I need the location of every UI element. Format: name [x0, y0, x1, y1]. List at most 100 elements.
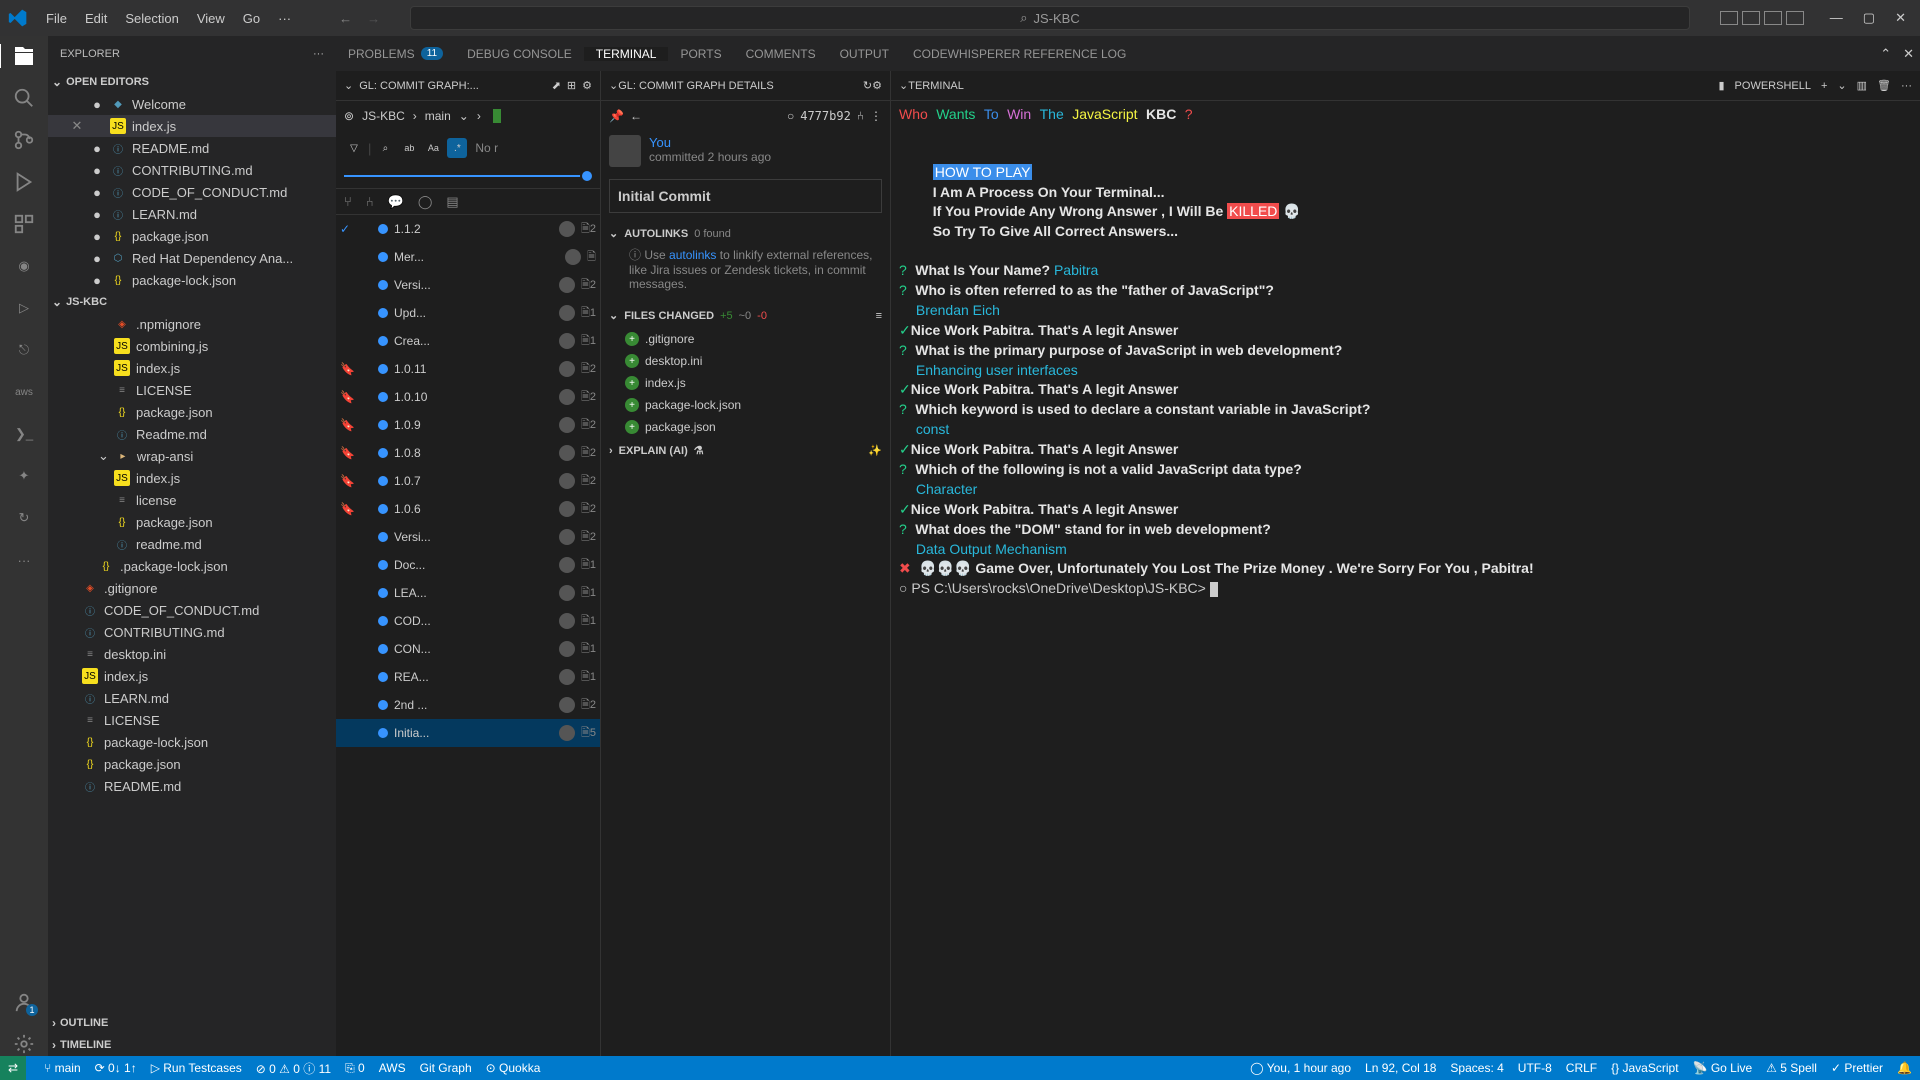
- blame-status[interactable]: ◯ You, 1 hour ago: [1250, 1061, 1351, 1075]
- panel-tab[interactable]: PORTS: [668, 47, 733, 61]
- commit-row[interactable]: 🔖1.0.6🗎2: [336, 495, 600, 523]
- nav-back-icon[interactable]: ←: [339, 11, 352, 26]
- section-project[interactable]: ⌄ JS-KBC: [48, 291, 336, 313]
- eol[interactable]: CRLF: [1566, 1061, 1597, 1075]
- commit-row[interactable]: Crea...🗎1: [336, 327, 600, 355]
- open-editor-item[interactable]: ●ⓘLEARN.md: [48, 203, 336, 225]
- commit-row[interactable]: Initia...🗎5: [336, 719, 600, 747]
- commit-row[interactable]: 🔖1.0.8🗎2: [336, 439, 600, 467]
- pin-icon[interactable]: 📌: [609, 109, 624, 123]
- tree-item[interactable]: {}.package-lock.json: [48, 555, 336, 577]
- section-open-editors[interactable]: ⌄ OPEN EDITORS: [48, 71, 336, 93]
- changed-file[interactable]: +index.js: [609, 372, 882, 394]
- tree-item[interactable]: ◈.npmignore: [48, 313, 336, 335]
- notifications-icon[interactable]: 🔔: [1897, 1061, 1912, 1075]
- filter-icon[interactable]: ▽: [344, 138, 364, 158]
- split-terminal-icon[interactable]: ▥: [1857, 79, 1867, 92]
- gitgraph-status[interactable]: Git Graph: [420, 1061, 472, 1075]
- remote-button[interactable]: ⇄: [0, 1056, 26, 1080]
- open-editor-item[interactable]: ●ⓘCONTRIBUTING.md: [48, 159, 336, 181]
- activity-extensions-icon[interactable]: [12, 212, 36, 236]
- activity-test-icon[interactable]: ▷: [12, 296, 36, 320]
- changed-file[interactable]: +package.json: [609, 416, 882, 438]
- commit-row[interactable]: 2nd ...🗎2: [336, 691, 600, 719]
- menu-go[interactable]: Go: [235, 7, 268, 30]
- tree-item[interactable]: {}package.json: [48, 401, 336, 423]
- list-view-icon[interactable]: ≡: [876, 310, 882, 322]
- gear-icon[interactable]: ⚙: [872, 79, 882, 92]
- tree-item[interactable]: ⓘreadme.md: [48, 533, 336, 555]
- tree-item[interactable]: ⓘReadme.md: [48, 423, 336, 445]
- tree-item[interactable]: JSindex.js: [48, 357, 336, 379]
- open-editor-item[interactable]: ✕JSindex.js: [48, 115, 336, 137]
- author-icon[interactable]: ◯: [418, 194, 433, 210]
- tree-item[interactable]: JScombining.js: [48, 335, 336, 357]
- back-icon[interactable]: ←: [630, 109, 642, 123]
- tree-item[interactable]: ◈.gitignore: [48, 577, 336, 599]
- new-terminal-icon[interactable]: +: [1821, 80, 1827, 92]
- scm-branch[interactable]: ⑂ main: [44, 1061, 81, 1075]
- menu-more[interactable]: ···: [270, 7, 299, 30]
- changed-file[interactable]: +package-lock.json: [609, 394, 882, 416]
- more-icon[interactable]: ⋮: [870, 109, 882, 123]
- panel-maximize-icon[interactable]: ⌃: [1874, 42, 1897, 66]
- tree-item[interactable]: ⓘREADME.md: [48, 775, 336, 797]
- layout-sidebar-left-icon[interactable]: [1720, 11, 1738, 25]
- run-testcases[interactable]: ▷ Run Testcases: [151, 1061, 242, 1075]
- terminal-output[interactable]: Who Wants To Win The JavaScript KBC ? HO…: [891, 101, 1920, 1056]
- sparkle-icon[interactable]: ✨: [868, 444, 882, 457]
- menu-file[interactable]: File: [38, 7, 75, 30]
- commit-row[interactable]: 🔖1.0.10🗎2: [336, 383, 600, 411]
- activity-run-icon[interactable]: [12, 170, 36, 194]
- explain-section[interactable]: › EXPLAIN (AI) ⚗ ✨: [601, 438, 890, 463]
- commit-row[interactable]: Versi...🗎2: [336, 271, 600, 299]
- files-changed-section[interactable]: ⌄ FILES CHANGED +5 ~0 -0 ≡: [601, 303, 890, 328]
- match-whole-icon[interactable]: Aa: [423, 138, 443, 158]
- commit-row[interactable]: Upd...🗎1: [336, 299, 600, 327]
- tree-item[interactable]: ≡LICENSE: [48, 379, 336, 401]
- activity-explorer-icon[interactable]: [0, 44, 47, 68]
- activity-aws-icon[interactable]: aws: [12, 380, 36, 404]
- panel-tab[interactable]: DEBUG CONSOLE: [455, 47, 584, 61]
- indentation[interactable]: Spaces: 4: [1450, 1061, 1503, 1075]
- autolinks-link[interactable]: autolinks: [669, 248, 716, 262]
- panel-tab[interactable]: PROBLEMS11: [336, 47, 455, 61]
- gear-icon[interactable]: ⚙: [582, 79, 592, 92]
- commit-row[interactable]: ✓1.1.2🗎2: [336, 215, 600, 243]
- language-mode[interactable]: {} JavaScript: [1611, 1061, 1678, 1075]
- kill-terminal-icon[interactable]: 🗑: [1877, 79, 1891, 92]
- activity-sync-icon[interactable]: ↻: [12, 506, 36, 530]
- graph-layout-icon[interactable]: ⊞: [567, 79, 576, 92]
- panel-close-icon[interactable]: ✕: [1897, 42, 1920, 66]
- commit-hash[interactable]: 4777b92: [800, 109, 851, 123]
- command-center[interactable]: ⌕ JS-KBC: [410, 6, 1690, 30]
- activity-chat-icon[interactable]: ✦: [12, 464, 36, 488]
- tree-item[interactable]: JSindex.js: [48, 665, 336, 687]
- menu-edit[interactable]: Edit: [77, 7, 115, 30]
- activity-more-icon[interactable]: ···: [12, 548, 36, 572]
- commit-row[interactable]: Versi...🗎2: [336, 523, 600, 551]
- activity-search-icon[interactable]: [12, 86, 36, 110]
- repo-name[interactable]: JS-KBC: [362, 109, 405, 123]
- activity-remote-icon[interactable]: ⎋: [12, 338, 36, 362]
- open-editor-item[interactable]: ●◆Welcome: [48, 93, 336, 115]
- open-editor-item[interactable]: ●{}package-lock.json: [48, 269, 336, 291]
- tree-item[interactable]: ⌄ ▸wrap-ansi: [48, 445, 336, 467]
- commit-row[interactable]: REA...🗎1: [336, 663, 600, 691]
- sidebar-more-icon[interactable]: ···: [313, 48, 324, 60]
- tree-item[interactable]: ⓘCODE_OF_CONDUCT.md: [48, 599, 336, 621]
- commit-row[interactable]: Doc...🗎1: [336, 551, 600, 579]
- activity-settings-icon[interactable]: [12, 1032, 36, 1056]
- open-editor-item[interactable]: ●ⓘREADME.md: [48, 137, 336, 159]
- aws-status[interactable]: AWS: [379, 1061, 406, 1075]
- changed-file[interactable]: +.gitignore: [609, 328, 882, 350]
- activity-account-icon[interactable]: 1: [12, 990, 36, 1014]
- commit-row[interactable]: Mer...🗎: [336, 243, 600, 271]
- tree-item[interactable]: {}package.json: [48, 511, 336, 533]
- shell-name[interactable]: powershell: [1735, 80, 1811, 92]
- activity-gitlens-icon[interactable]: ◉: [12, 254, 36, 278]
- open-editor-item[interactable]: ●⬡Red Hat Dependency Ana...: [48, 247, 336, 269]
- panel-tab[interactable]: TERMINAL: [584, 47, 669, 61]
- sync-status[interactable]: ⟳ 0↓ 1↑: [95, 1061, 137, 1075]
- commit-row[interactable]: 🔖1.0.11🗎2: [336, 355, 600, 383]
